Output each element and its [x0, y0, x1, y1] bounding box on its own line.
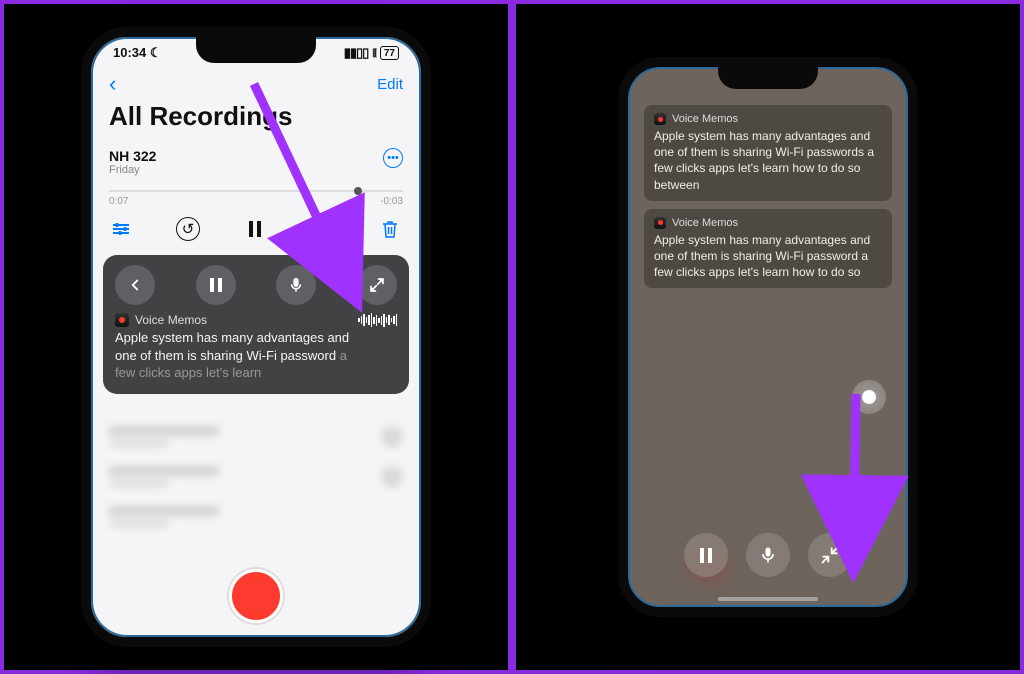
elapsed-time: 0:07 [109, 196, 128, 207]
card2-app-name: Voice Memos [672, 217, 738, 229]
record-button[interactable] [229, 569, 283, 623]
transcription-overlay: Voice Memos Apple system has many advant… [103, 255, 409, 394]
overlay-back-button[interactable] [115, 265, 155, 305]
overlay-pause-button[interactable] [196, 265, 236, 305]
fullscreen-collapse-button[interactable] [808, 533, 852, 577]
playback-scrubber[interactable] [109, 190, 403, 192]
right-panel: Voice Memos Apple system has many advant… [512, 0, 1024, 674]
fullscreen-mic-button[interactable] [746, 533, 790, 577]
edit-button[interactable]: Edit [377, 76, 403, 93]
nav-bar: ‹ Edit [91, 61, 421, 97]
transcription-text: Apple system has many advantages and one… [115, 329, 397, 382]
playback-controls: 15 [91, 207, 421, 249]
equalizer-button[interactable] [113, 224, 129, 234]
skip-back-15-button[interactable]: 15 [176, 217, 200, 241]
status-time: 10:34 [113, 45, 146, 60]
dnd-moon-icon: ☾ [150, 45, 162, 60]
home-indicator[interactable] [718, 597, 818, 601]
recording-subtitle: Friday [109, 164, 156, 176]
signal-icon: ▮▮▯▯ [344, 45, 369, 61]
iphone-left: 10:34 ☾ ▮▮▯▯ ⧛ 77 ‹ Edit All Recordings … [81, 27, 431, 647]
recording-title: NH 322 [109, 148, 156, 164]
transcription-card-2: Voice Memos Apple system has many advant… [644, 209, 892, 289]
voice-memos-app-icon [115, 313, 129, 327]
battery-indicator: 77 [380, 46, 399, 60]
more-options-button[interactable]: ••• [383, 148, 403, 168]
voice-memos-app-icon [654, 217, 666, 229]
pause-button[interactable] [247, 221, 263, 237]
delete-button[interactable] [381, 219, 399, 239]
back-button[interactable]: ‹ [109, 71, 116, 97]
overlay-expand-button[interactable] [357, 265, 397, 305]
skip-forward-15-button[interactable] [310, 217, 334, 241]
blurred-recordings-list [91, 394, 421, 559]
voice-memos-app-icon [654, 113, 666, 125]
left-panel: 10:34 ☾ ▮▮▯▯ ⧛ 77 ‹ Edit All Recordings … [0, 0, 512, 674]
notch [718, 65, 818, 89]
card2-text: Apple system has many advantages and one… [654, 232, 882, 281]
iphone-right: Voice Memos Apple system has many advant… [618, 57, 918, 617]
overlay-app-name: Voice Memos [135, 313, 207, 327]
notch [196, 35, 316, 63]
page-title: All Recordings [91, 97, 421, 142]
wifi-icon: ⧛ [372, 45, 376, 61]
assistive-touch-button[interactable] [852, 380, 886, 414]
transcription-card-1: Voice Memos Apple system has many advant… [644, 105, 892, 201]
card1-app-name: Voice Memos [672, 113, 738, 125]
overlay-mic-button[interactable] [276, 265, 316, 305]
recording-item[interactable]: NH 322 Friday ••• 0:07 -0:03 [91, 142, 421, 207]
remaining-time: -0:03 [380, 196, 403, 207]
fullscreen-bottom-bar [628, 533, 908, 577]
fullscreen-pause-button[interactable] [684, 533, 728, 577]
waveform-icon [358, 313, 397, 327]
card1-text: Apple system has many advantages and one… [654, 128, 882, 193]
